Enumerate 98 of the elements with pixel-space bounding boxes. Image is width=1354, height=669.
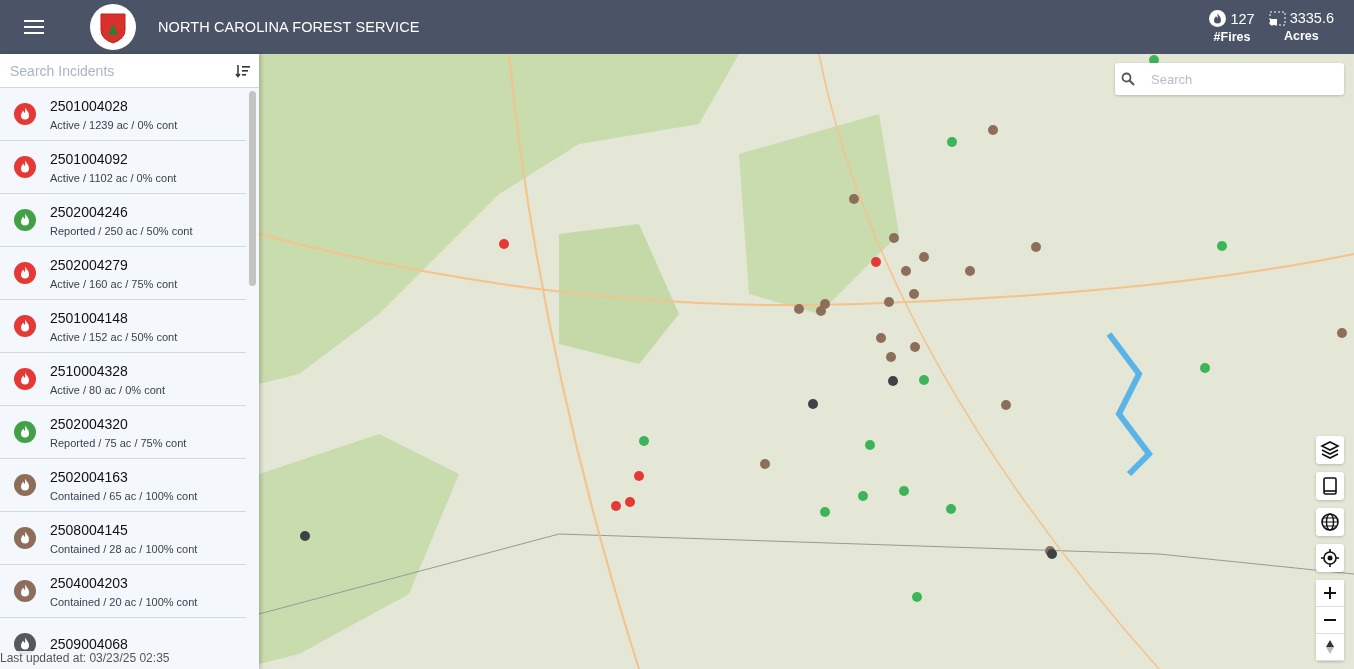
incident-number: 2508004145 xyxy=(50,521,129,538)
book-icon xyxy=(1321,476,1339,496)
fire-marker[interactable] xyxy=(886,352,896,362)
fire-marker[interactable] xyxy=(884,297,894,307)
fire-marker[interactable] xyxy=(625,497,635,507)
incident-status: Contained / 20 ac / 100% cont xyxy=(50,595,198,608)
fire-marker[interactable] xyxy=(912,592,922,602)
legend-button[interactable] xyxy=(1316,472,1344,500)
locate-button[interactable] xyxy=(1316,544,1344,572)
fire-marker[interactable] xyxy=(919,252,929,262)
compass-button[interactable] xyxy=(1316,634,1344,661)
stat-value: 3335.6 xyxy=(1289,10,1334,26)
flame-icon xyxy=(1209,10,1227,27)
fire-marker[interactable] xyxy=(965,266,975,276)
fire-marker[interactable] xyxy=(820,507,830,517)
fire-marker[interactable] xyxy=(499,239,509,249)
incident-number: 2501004092 xyxy=(50,150,129,167)
incident-item[interactable]: 2502004320 Reported / 75 ac / 75% cont xyxy=(0,406,246,459)
fire-marker[interactable] xyxy=(899,486,909,496)
incident-status: Reported / 250 ac / 50% cont xyxy=(50,224,193,237)
fire-marker[interactable] xyxy=(639,436,649,446)
fire-marker[interactable] xyxy=(888,376,898,386)
layers-button[interactable] xyxy=(1316,436,1344,464)
area-icon xyxy=(1268,10,1286,26)
stat-label: Acres xyxy=(1283,29,1319,43)
fire-marker[interactable] xyxy=(865,440,875,450)
incident-item[interactable]: 2501004092 Active / 1102 ac / 0% cont xyxy=(0,141,246,194)
map-search-field[interactable]: Search xyxy=(1115,63,1344,95)
compass-icon xyxy=(1325,639,1335,655)
scrollbar-thumb[interactable] xyxy=(249,91,256,286)
search-field[interactable]: Search Incidents xyxy=(0,54,259,88)
incident-status: Active / 1239 ac / 0% cont xyxy=(50,118,178,131)
plus-icon xyxy=(1323,586,1337,600)
incident-number: 2502004163 xyxy=(50,468,129,485)
zoom-out-button[interactable] xyxy=(1316,607,1344,634)
fire-marker[interactable] xyxy=(889,233,899,243)
fire-marker[interactable] xyxy=(910,342,920,352)
fire-marker[interactable] xyxy=(988,125,998,135)
fire-marker[interactable] xyxy=(300,531,310,541)
basemap-button[interactable] xyxy=(1316,508,1344,536)
incident-status: Active / 1102 ac / 0% cont xyxy=(50,171,177,184)
incident-item[interactable]: 2508004145 Contained / 28 ac / 100% cont xyxy=(0,512,246,565)
incident-status: Contained / 65 ac / 100% cont xyxy=(50,489,198,502)
menu-icon xyxy=(24,19,44,35)
incident-number: 2510004328 xyxy=(50,362,129,379)
sort-icon[interactable] xyxy=(235,63,251,78)
incident-item[interactable]: 2510004328 Active / 80 ac / 0% cont xyxy=(0,353,246,406)
fire-marker[interactable] xyxy=(858,491,868,501)
fire-marker[interactable] xyxy=(611,501,621,511)
incident-number: 2502004246 xyxy=(50,203,129,220)
incident-number: 2502004279 xyxy=(50,256,129,273)
layers-icon xyxy=(1320,440,1340,460)
incident-item[interactable]: 2502004279 Active / 160 ac / 75% cont xyxy=(0,247,246,300)
incident-item[interactable]: 2504004203 Contained / 20 ac / 100% cont xyxy=(0,565,246,618)
incident-number: 2504004203 xyxy=(50,574,129,591)
fire-marker[interactable] xyxy=(808,399,818,409)
fire-marker[interactable] xyxy=(1200,363,1210,373)
incident-status: Active / 160 ac / 75% cont xyxy=(50,277,178,290)
fire-marker[interactable] xyxy=(760,459,770,469)
shield-logo-icon xyxy=(90,4,136,50)
fire-marker[interactable] xyxy=(909,289,919,299)
incident-item[interactable]: 2502004163 Contained / 65 ac / 100% cont xyxy=(0,459,246,512)
incident-number: 2501004148 xyxy=(50,309,129,326)
fire-marker[interactable] xyxy=(849,194,859,204)
incident-number: 2502004320 xyxy=(50,415,129,432)
fire-marker[interactable] xyxy=(794,304,804,314)
fire-marker[interactable] xyxy=(1001,400,1011,410)
fire-marker[interactable] xyxy=(1217,241,1227,251)
incident-number: 2501004028 xyxy=(50,97,129,114)
stat-value: 127 xyxy=(1230,10,1255,27)
last-updated-text: Last updated at: 03/23/25 02:35 xyxy=(0,651,170,665)
search-input[interactable]: Search Incidents xyxy=(10,62,235,79)
incident-item[interactable]: 2502004246 Reported / 250 ac / 50% cont xyxy=(0,194,246,247)
zoom-in-button[interactable] xyxy=(1316,580,1344,607)
fire-marker[interactable] xyxy=(901,266,911,276)
incident-item[interactable]: 2501004028 Active / 1239 ac / 0% cont xyxy=(0,88,246,141)
incident-item[interactable]: 2501004148 Active / 152 ac / 50% cont xyxy=(0,300,246,353)
fire-marker[interactable] xyxy=(876,333,886,343)
incident-status: Active / 152 ac / 50% cont xyxy=(50,330,178,343)
fire-marker[interactable] xyxy=(919,375,929,385)
fire-marker[interactable] xyxy=(1047,549,1057,559)
locate-icon xyxy=(1320,548,1340,568)
incident-status: Contained / 28 ac / 100% cont xyxy=(50,542,198,555)
fire-marker[interactable] xyxy=(1337,328,1347,338)
fire-marker[interactable] xyxy=(634,471,644,481)
fire-marker[interactable] xyxy=(820,299,830,309)
app-title: NORTH CAROLINA FOREST SERVICE xyxy=(158,19,420,35)
stat-label: #Fires xyxy=(1213,30,1251,44)
fire-marker[interactable] xyxy=(1031,242,1041,252)
globe-icon xyxy=(1320,512,1340,532)
fire-marker[interactable] xyxy=(871,257,881,267)
search-input[interactable]: Search xyxy=(1149,70,1344,88)
search-icon xyxy=(1121,72,1135,86)
incident-status: Active / 80 ac / 0% cont xyxy=(50,383,165,396)
incident-number: 2509004068 xyxy=(50,636,128,652)
incident-status: Reported / 75 ac / 75% cont xyxy=(50,436,187,449)
fire-marker[interactable] xyxy=(946,504,956,514)
fire-marker[interactable] xyxy=(947,137,957,147)
